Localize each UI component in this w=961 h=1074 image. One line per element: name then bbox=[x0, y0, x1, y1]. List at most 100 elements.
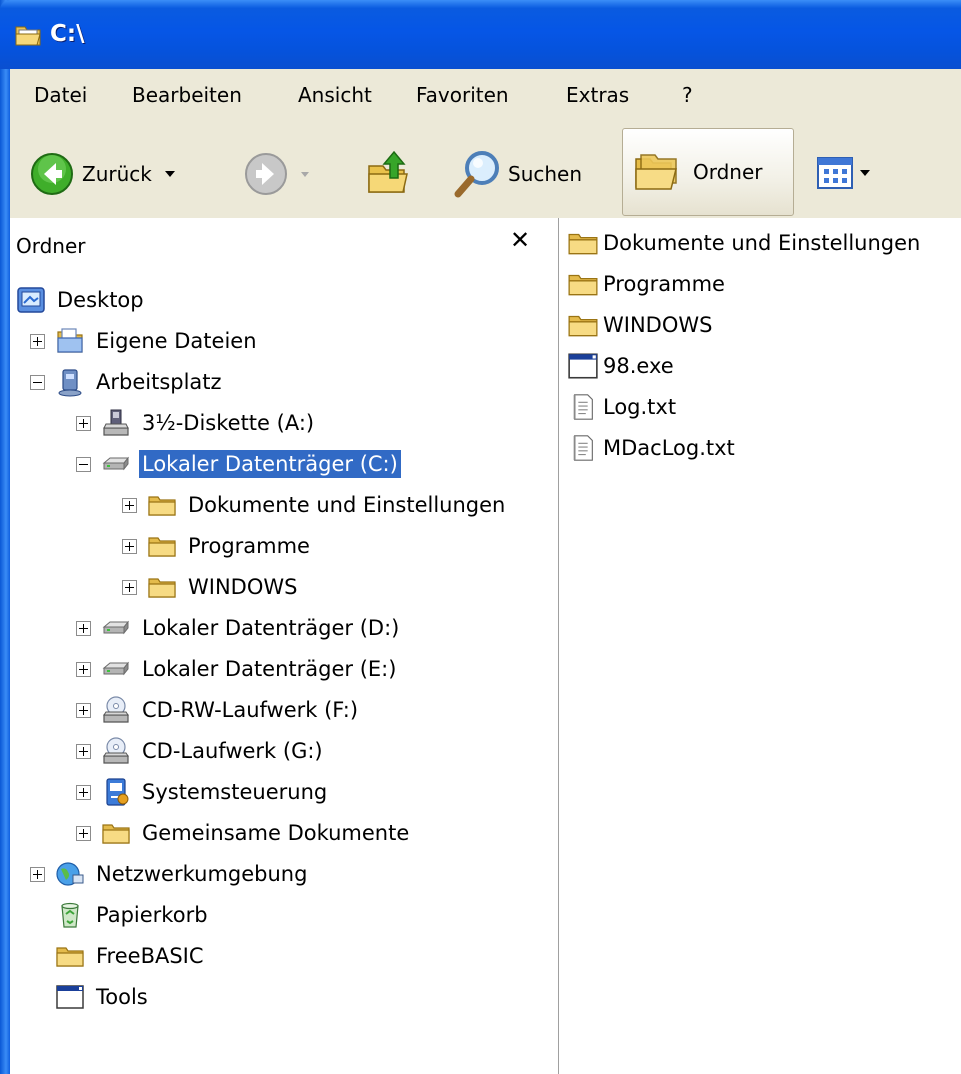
expand-plus-icon[interactable] bbox=[76, 784, 91, 800]
text-file-icon bbox=[567, 434, 599, 462]
program-window-icon bbox=[55, 982, 85, 1012]
desktop-icon bbox=[16, 285, 46, 315]
forward-button[interactable] bbox=[244, 152, 310, 196]
back-button[interactable]: Zurück bbox=[30, 152, 176, 196]
tree-item-label: Papierkorb bbox=[96, 903, 208, 927]
expand-plus-icon[interactable] bbox=[122, 579, 137, 595]
expand-plus-icon[interactable] bbox=[76, 702, 91, 718]
file-name: Log.txt bbox=[603, 395, 677, 419]
back-label: Zurück bbox=[82, 162, 152, 186]
tree-item[interactable]: Lokaler Datenträger (D:) bbox=[76, 608, 402, 648]
folder-icon bbox=[147, 531, 177, 561]
search-button[interactable]: Suchen bbox=[450, 148, 582, 200]
tree-item-label: Lokaler Datenträger (C:) bbox=[139, 450, 401, 478]
cd-drive-icon bbox=[101, 736, 131, 766]
floppy-drive-icon bbox=[101, 408, 131, 438]
expand-plus-icon[interactable] bbox=[30, 866, 45, 882]
menu-datei[interactable]: Datei bbox=[34, 83, 87, 107]
hard-drive-icon bbox=[101, 613, 131, 643]
window-title: C:\ bbox=[50, 21, 85, 47]
file-name: MDacLog.txt bbox=[603, 436, 735, 460]
tree-item-label: Gemeinsame Dokumente bbox=[142, 821, 410, 845]
up-folder-button[interactable] bbox=[366, 148, 412, 196]
tree-item[interactable]: Lokaler Datenträger (E:) bbox=[76, 649, 399, 689]
title-bar[interactable]: C:\ bbox=[0, 0, 961, 69]
file-list-item[interactable]: 98.exe bbox=[567, 347, 674, 385]
tree-item[interactable]: 3½-Diskette (A:) bbox=[76, 403, 317, 443]
menu-extras[interactable]: Extras bbox=[566, 83, 629, 107]
expand-plus-icon[interactable] bbox=[30, 333, 45, 349]
file-list-item[interactable]: Programme bbox=[567, 265, 725, 303]
tree-item-label: Desktop bbox=[57, 288, 144, 312]
folder-icon bbox=[567, 270, 599, 298]
tree-item[interactable]: Eigene Dateien bbox=[30, 321, 260, 361]
tree-item[interactable]: Arbeitsplatz bbox=[30, 362, 225, 402]
program-window-icon bbox=[567, 352, 599, 380]
file-name: WINDOWS bbox=[603, 313, 713, 337]
tree-item[interactable]: Desktop bbox=[16, 280, 147, 320]
folder-icon bbox=[147, 490, 177, 520]
expand-plus-icon[interactable] bbox=[76, 825, 91, 841]
tree-item-label: FreeBASIC bbox=[96, 944, 204, 968]
folders-icon bbox=[635, 154, 677, 190]
tree-item-label: Eigene Dateien bbox=[96, 329, 257, 353]
views-button[interactable] bbox=[816, 156, 876, 190]
menu-bearbeiten[interactable]: Bearbeiten bbox=[132, 83, 242, 107]
collapse-minus-icon[interactable] bbox=[76, 456, 91, 472]
folders-pane-title: Ordner bbox=[16, 234, 86, 258]
file-name: 98.exe bbox=[603, 354, 674, 378]
tree-item-label: Lokaler Datenträger (E:) bbox=[142, 657, 397, 681]
expand-plus-icon[interactable] bbox=[76, 415, 91, 431]
tree-item[interactable]: CD-RW-Laufwerk (F:) bbox=[76, 690, 361, 730]
folder-icon bbox=[101, 818, 131, 848]
collapse-minus-icon[interactable] bbox=[30, 374, 45, 390]
tree-item[interactable]: Gemeinsame Dokumente bbox=[76, 813, 412, 853]
file-name: Dokumente und Einstellungen bbox=[603, 231, 921, 255]
tree-item[interactable]: Dokumente und Einstellungen bbox=[122, 485, 508, 525]
folder-icon bbox=[567, 229, 599, 257]
expand-plus-icon[interactable] bbox=[76, 743, 91, 759]
cd-drive-icon bbox=[101, 695, 131, 725]
menu-favoriten[interactable]: Favoriten bbox=[416, 83, 509, 107]
menu-help[interactable]: ? bbox=[682, 83, 693, 107]
tree-item[interactable]: CD-Laufwerk (G:) bbox=[76, 731, 326, 771]
tree-item[interactable]: Lokaler Datenträger (C:) bbox=[76, 444, 401, 484]
tree-item-label: Systemsteuerung bbox=[142, 780, 328, 804]
toolbar: Zurück Suchen Ordner bbox=[10, 126, 961, 219]
tree-item-label: Arbeitsplatz bbox=[96, 370, 222, 394]
tree-item[interactable]: WINDOWS bbox=[122, 567, 300, 607]
tree-item[interactable]: Programme bbox=[122, 526, 313, 566]
file-list-item[interactable]: MDacLog.txt bbox=[567, 429, 735, 467]
expand-plus-icon[interactable] bbox=[122, 497, 137, 513]
menu-bar: Datei Bearbeiten Ansicht Favoriten Extra… bbox=[10, 69, 961, 127]
tree-item[interactable]: Netzwerkumgebung bbox=[30, 854, 310, 894]
expand-plus-icon[interactable] bbox=[76, 620, 91, 636]
file-list-item[interactable]: Log.txt bbox=[567, 388, 676, 426]
tree-item-label: WINDOWS bbox=[188, 575, 298, 599]
folder-icon bbox=[55, 941, 85, 971]
folders-pane: Ordner ✕ Desktop Eigene Dateien Arbeitspla… bbox=[10, 218, 559, 1074]
my-computer-icon bbox=[55, 367, 85, 397]
tree-item[interactable]: Systemsteuerung bbox=[76, 772, 330, 812]
expand-plus-icon[interactable] bbox=[76, 661, 91, 677]
folders-button[interactable]: Ordner bbox=[622, 128, 794, 216]
back-dropdown-arrow-icon[interactable] bbox=[164, 169, 176, 179]
file-list-item[interactable]: WINDOWS bbox=[567, 306, 712, 344]
close-icon[interactable]: ✕ bbox=[510, 226, 530, 254]
menu-ansicht[interactable]: Ansicht bbox=[298, 83, 372, 107]
tree-item[interactable]: Tools bbox=[30, 977, 151, 1017]
folders-pane-header: Ordner ✕ bbox=[10, 218, 558, 270]
folder-icon bbox=[147, 572, 177, 602]
tree-item[interactable]: FreeBASIC bbox=[30, 936, 207, 976]
tree-item-label: CD-RW-Laufwerk (F:) bbox=[142, 698, 359, 722]
file-list-item[interactable]: Dokumente und Einstellungen bbox=[567, 224, 920, 262]
folders-label: Ordner bbox=[693, 160, 763, 184]
tree-item-label: 3½-Diskette (A:) bbox=[142, 411, 315, 435]
views-grid-icon bbox=[817, 157, 870, 189]
tree-item[interactable]: Papierkorb bbox=[30, 895, 211, 935]
hard-drive-icon bbox=[101, 654, 131, 684]
expand-plus-icon[interactable] bbox=[122, 538, 137, 554]
forward-dropdown-arrow-icon[interactable] bbox=[300, 170, 310, 178]
back-arrow-icon bbox=[31, 153, 73, 195]
file-list-pane: Dokumente und Einstellungen Programme WIND… bbox=[559, 218, 961, 1074]
